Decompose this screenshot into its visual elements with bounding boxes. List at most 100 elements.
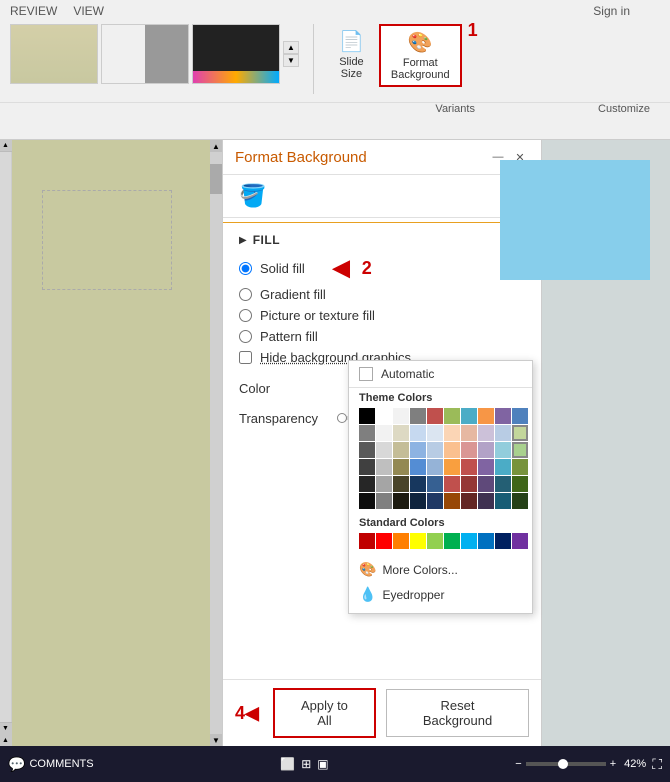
- theme-color-swatch-25[interactable]: [444, 442, 460, 458]
- theme-color-swatch-56[interactable]: [461, 493, 477, 509]
- theme-color-swatch-14[interactable]: [427, 425, 443, 441]
- theme-color-swatch-44[interactable]: [427, 476, 443, 492]
- theme-color-swatch-29[interactable]: [512, 442, 528, 458]
- gradient-fill-option[interactable]: Gradient fill: [239, 287, 525, 302]
- standard-color-swatch-2[interactable]: [393, 533, 409, 549]
- theme-color-swatch-15[interactable]: [444, 425, 460, 441]
- pattern-fill-option[interactable]: Pattern fill: [239, 329, 525, 344]
- automatic-option[interactable]: Automatic: [349, 361, 532, 388]
- panel-scroll-up2[interactable]: ▲: [0, 734, 12, 746]
- theme-color-swatch-7[interactable]: [478, 408, 494, 424]
- theme-color-swatch-10[interactable]: [359, 425, 375, 441]
- theme-color-swatch-34[interactable]: [427, 459, 443, 475]
- view-reading-button[interactable]: ▣: [317, 757, 328, 771]
- theme-color-swatch-46[interactable]: [461, 476, 477, 492]
- comments-button[interactable]: 💬 COMMENTS: [8, 756, 94, 773]
- fill-collapse-arrow[interactable]: ▶: [239, 235, 247, 246]
- eyedropper-button[interactable]: 💧 Eyedropper: [359, 584, 522, 605]
- fit-window-button[interactable]: ⛶: [652, 756, 662, 773]
- theme-color-swatch-36[interactable]: [461, 459, 477, 475]
- picture-texture-radio[interactable]: [239, 309, 252, 322]
- theme-thumb-3[interactable]: [192, 24, 280, 84]
- panel-scroll-down[interactable]: ▼: [0, 722, 12, 734]
- zoom-out-button[interactable]: −: [515, 758, 521, 770]
- theme-color-swatch-18[interactable]: [495, 425, 511, 441]
- theme-color-swatch-40[interactable]: [359, 476, 375, 492]
- slide-size-button[interactable]: 📄 Slide Size: [328, 24, 375, 85]
- theme-color-swatch-3[interactable]: [410, 408, 426, 424]
- theme-color-swatch-54[interactable]: [427, 493, 443, 509]
- zoom-in-button[interactable]: +: [610, 758, 616, 770]
- theme-color-swatch-4[interactable]: [427, 408, 443, 424]
- view-grid-button[interactable]: ⊞: [301, 757, 311, 771]
- theme-color-swatch-58[interactable]: [495, 493, 511, 509]
- theme-color-swatch-27[interactable]: [478, 442, 494, 458]
- standard-color-swatch-0[interactable]: [359, 533, 375, 549]
- standard-color-swatch-4[interactable]: [427, 533, 443, 549]
- standard-color-swatch-5[interactable]: [444, 533, 460, 549]
- theme-color-swatch-0[interactable]: [359, 408, 375, 424]
- theme-color-swatch-16[interactable]: [461, 425, 477, 441]
- format-background-button[interactable]: 🎨 Format Background: [379, 24, 462, 87]
- theme-color-swatch-59[interactable]: [512, 493, 528, 509]
- theme-color-swatch-19[interactable]: [512, 425, 528, 441]
- tab-view[interactable]: VIEW: [73, 4, 104, 18]
- slide-scroll-down[interactable]: ▼: [210, 734, 222, 746]
- theme-color-swatch-6[interactable]: [461, 408, 477, 424]
- theme-color-swatch-1[interactable]: [376, 408, 392, 424]
- standard-color-swatch-6[interactable]: [461, 533, 477, 549]
- theme-color-swatch-41[interactable]: [376, 476, 392, 492]
- theme-color-swatch-43[interactable]: [410, 476, 426, 492]
- theme-thumb-1[interactable]: [10, 24, 98, 84]
- theme-color-swatch-49[interactable]: [512, 476, 528, 492]
- theme-color-swatch-50[interactable]: [359, 493, 375, 509]
- standard-color-swatch-1[interactable]: [376, 533, 392, 549]
- theme-color-swatch-31[interactable]: [376, 459, 392, 475]
- theme-color-swatch-33[interactable]: [410, 459, 426, 475]
- theme-color-swatch-39[interactable]: [512, 459, 528, 475]
- theme-color-swatch-21[interactable]: [376, 442, 392, 458]
- theme-color-swatch-24[interactable]: [427, 442, 443, 458]
- hide-bg-checkbox[interactable]: [239, 351, 252, 364]
- theme-color-swatch-12[interactable]: [393, 425, 409, 441]
- theme-thumb-2[interactable]: [101, 24, 189, 84]
- theme-color-swatch-23[interactable]: [410, 442, 426, 458]
- view-normal-button[interactable]: ⬜: [280, 757, 295, 771]
- theme-color-swatch-45[interactable]: [444, 476, 460, 492]
- theme-color-swatch-53[interactable]: [410, 493, 426, 509]
- standard-color-swatch-9[interactable]: [512, 533, 528, 549]
- theme-color-swatch-9[interactable]: [512, 408, 528, 424]
- standard-color-swatch-7[interactable]: [478, 533, 494, 549]
- standard-color-swatch-8[interactable]: [495, 533, 511, 549]
- scroll-down[interactable]: ▼: [283, 54, 299, 67]
- apply-to-all-button[interactable]: Apply to All: [273, 688, 376, 738]
- theme-color-swatch-32[interactable]: [393, 459, 409, 475]
- theme-color-swatch-47[interactable]: [478, 476, 494, 492]
- picture-texture-option[interactable]: Picture or texture fill: [239, 308, 525, 323]
- solid-fill-option[interactable]: Solid fill ◀ 2: [239, 255, 525, 281]
- more-colors-button[interactable]: 🎨 More Colors...: [359, 559, 522, 580]
- theme-color-swatch-42[interactable]: [393, 476, 409, 492]
- sign-in-link[interactable]: Sign in: [593, 4, 630, 18]
- scroll-up[interactable]: ▲: [283, 41, 299, 54]
- theme-color-swatch-30[interactable]: [359, 459, 375, 475]
- theme-color-swatch-48[interactable]: [495, 476, 511, 492]
- theme-color-swatch-55[interactable]: [444, 493, 460, 509]
- theme-color-swatch-11[interactable]: [376, 425, 392, 441]
- pattern-fill-radio[interactable]: [239, 330, 252, 343]
- reset-background-button[interactable]: Reset Background: [386, 689, 529, 737]
- gradient-fill-radio[interactable]: [239, 288, 252, 301]
- theme-color-swatch-8[interactable]: [495, 408, 511, 424]
- solid-fill-radio[interactable]: [239, 262, 252, 275]
- slide-scroll-up[interactable]: ▲: [210, 140, 222, 152]
- theme-color-swatch-5[interactable]: [444, 408, 460, 424]
- theme-color-swatch-38[interactable]: [495, 459, 511, 475]
- panel-scroll-up[interactable]: ▲: [0, 140, 12, 152]
- standard-color-swatch-3[interactable]: [410, 533, 426, 549]
- theme-color-swatch-26[interactable]: [461, 442, 477, 458]
- theme-color-swatch-22[interactable]: [393, 442, 409, 458]
- theme-color-swatch-13[interactable]: [410, 425, 426, 441]
- theme-color-swatch-52[interactable]: [393, 493, 409, 509]
- theme-color-swatch-17[interactable]: [478, 425, 494, 441]
- theme-color-swatch-57[interactable]: [478, 493, 494, 509]
